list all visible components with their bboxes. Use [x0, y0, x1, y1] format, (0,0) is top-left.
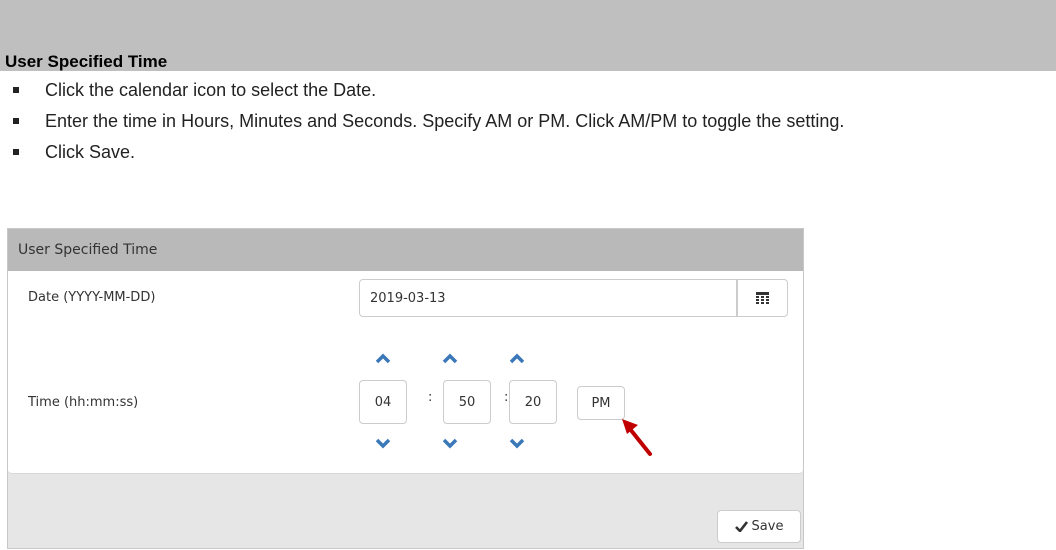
hours-decrement-button[interactable] [371, 433, 395, 453]
panel-title: User Specified Time [18, 242, 158, 258]
panel-header: User Specified Time [8, 229, 803, 271]
minutes-decrement-button[interactable] [438, 433, 462, 453]
chevron-up-icon [375, 353, 391, 364]
save-label: Save [751, 519, 784, 534]
chevron-down-icon [509, 438, 525, 449]
chevron-up-icon [442, 353, 458, 364]
hours-increment-button[interactable] [371, 348, 395, 368]
date-label: Date (YYYY-MM-DD) [28, 290, 156, 305]
hours-input[interactable]: 04 [359, 380, 407, 424]
chevron-down-icon [375, 438, 391, 449]
instruction-item: Enter the time in Hours, Minutes and Sec… [0, 109, 1056, 134]
chevron-up-icon [509, 353, 525, 364]
minutes-increment-button[interactable] [438, 348, 462, 368]
calendar-icon [756, 292, 769, 304]
chevron-down-icon [442, 438, 458, 449]
instruction-list: Click the calendar icon to select the Da… [0, 78, 1056, 171]
seconds-decrement-button[interactable] [505, 433, 529, 453]
time-separator: : [428, 390, 433, 405]
minutes-input[interactable]: 50 [443, 380, 491, 424]
seconds-increment-button[interactable] [505, 348, 529, 368]
ampm-toggle-button[interactable]: PM [577, 386, 625, 420]
time-separator: : [504, 390, 509, 405]
red-arrow-icon [622, 419, 652, 456]
panel-body: Date (YYYY-MM-DD) 2019-03-13 Time (hh:mm… [8, 271, 803, 474]
calendar-button[interactable] [737, 279, 788, 317]
seconds-input[interactable]: 20 [509, 380, 557, 424]
section-banner: User Specified Time [0, 0, 1056, 71]
instruction-item: Click the calendar icon to select the Da… [0, 78, 1056, 103]
user-specified-time-panel: User Specified Time Date (YYYY-MM-DD) 20… [7, 228, 804, 549]
section-title: User Specified Time [5, 52, 168, 71]
time-label: Time (hh:mm:ss) [28, 395, 139, 410]
checkmark-icon [734, 521, 748, 532]
instruction-item: Click Save. [0, 140, 1056, 165]
save-button[interactable]: Save [717, 510, 801, 543]
date-input[interactable]: 2019-03-13 [359, 279, 737, 317]
